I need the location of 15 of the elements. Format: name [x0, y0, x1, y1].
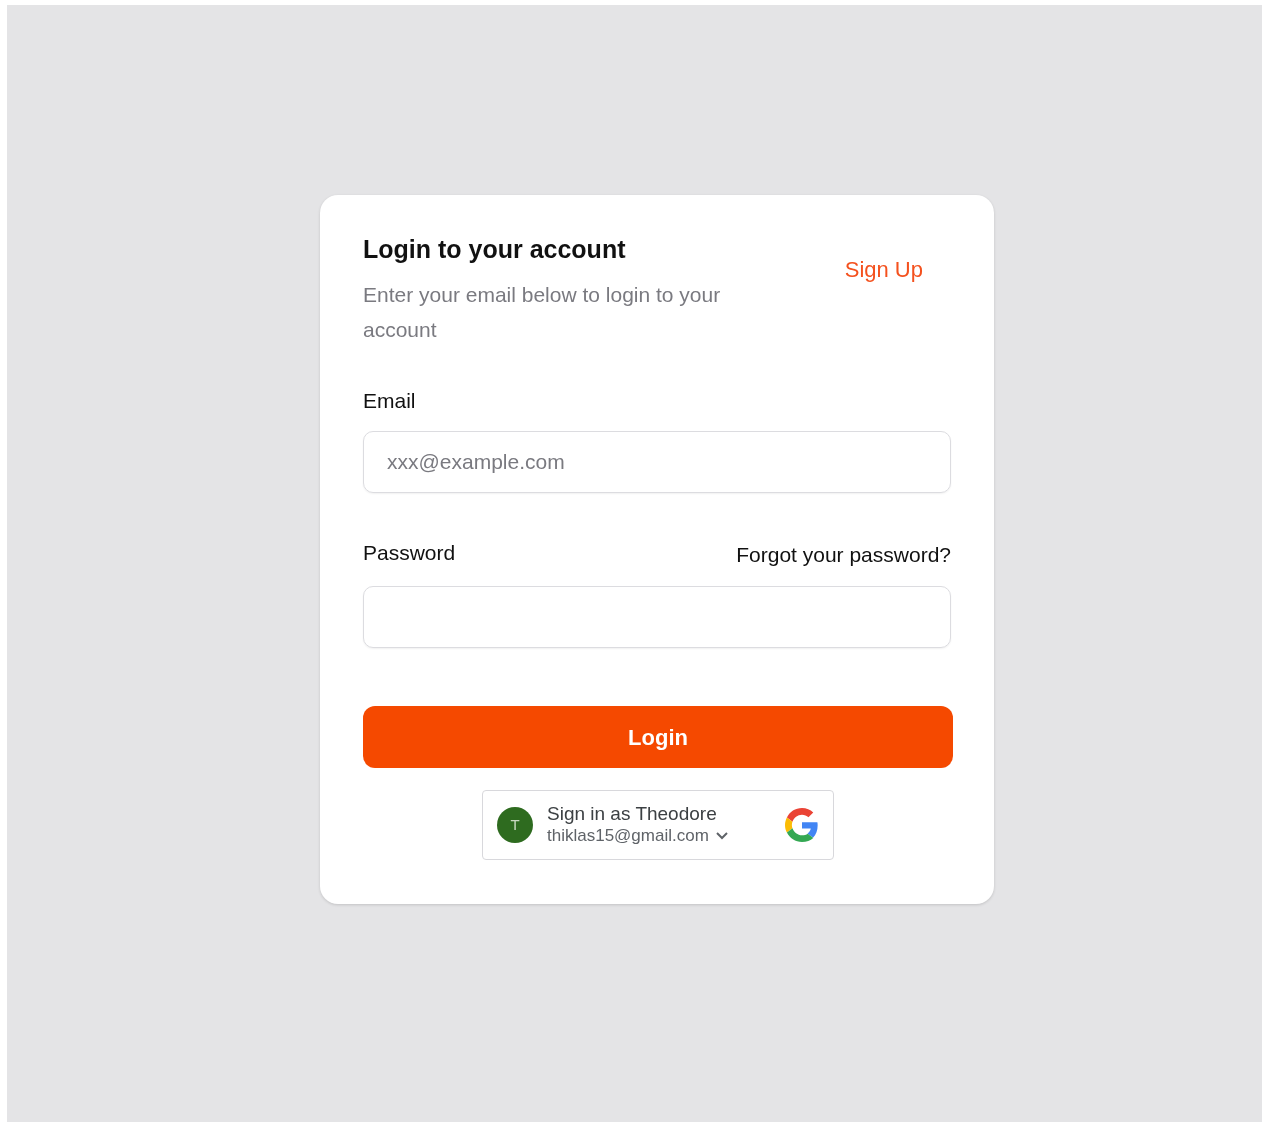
forgot-password-link[interactable]: Forgot your password? — [736, 538, 951, 570]
email-label: Email — [363, 388, 416, 414]
account-avatar: T — [497, 807, 533, 843]
login-button[interactable]: Login — [363, 706, 953, 768]
password-field[interactable] — [363, 586, 951, 648]
account-email: thiklas15@gmail.com — [547, 825, 709, 847]
card-description: Enter your email below to login to your account — [363, 282, 722, 343]
email-field[interactable]: xxx@example.com — [363, 430, 951, 493]
chevron-down-icon — [714, 831, 729, 841]
password-label: Password — [363, 539, 456, 566]
sign-up-link[interactable]: Sign Up — [844, 253, 923, 283]
google-logo-icon — [785, 808, 819, 842]
card-title: Login to your account — [363, 234, 627, 265]
google-sign-in-button[interactable]: T Sign in as Theodore thiklas15@gmail.com — [482, 790, 834, 860]
account-name: Sign in as Theodore — [547, 803, 717, 825]
